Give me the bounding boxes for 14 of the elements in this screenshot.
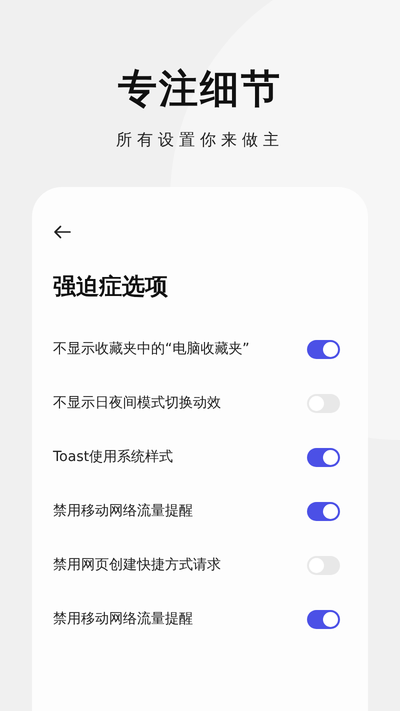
option-label: 禁用移动网络流量提醒 — [53, 610, 193, 628]
option-label: 禁用网页创建快捷方式请求 — [53, 556, 221, 574]
toggle-switch[interactable] — [307, 502, 340, 520]
back-arrow-icon[interactable] — [53, 225, 71, 239]
toggle-switch[interactable] — [307, 340, 340, 358]
screen-title: 强迫症选项 — [53, 273, 169, 302]
toggle-switch[interactable] — [307, 448, 340, 466]
toggle-switch[interactable] — [307, 610, 340, 628]
option-label: 不显示日夜间模式切换动效 — [53, 394, 221, 412]
option-label: Toast使用系统样式 — [53, 448, 174, 466]
option-label: 不显示收藏夹中的“电脑收藏夹” — [53, 340, 250, 358]
option-label: 禁用移动网络流量提醒 — [53, 502, 193, 520]
headline: 专注细节 — [118, 66, 282, 114]
subheadline: 所有设置你来做主 — [116, 130, 284, 151]
